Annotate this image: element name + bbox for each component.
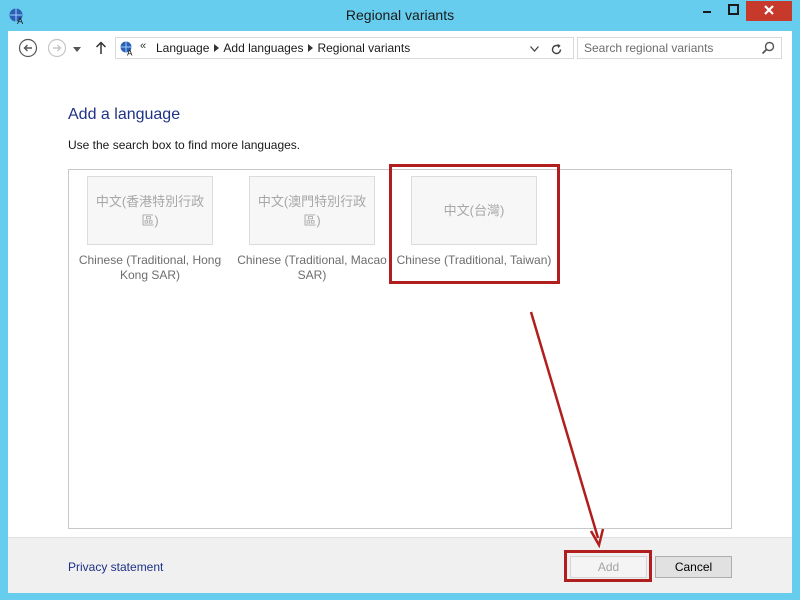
language-label: Chinese (Traditional, Macao SAR) <box>237 253 387 282</box>
close-button[interactable] <box>746 1 792 21</box>
language-crumb-icon: A <box>119 40 135 58</box>
client-area: A « Language Add languages Regional vari… <box>8 31 792 593</box>
window-title: Regional variants <box>345 7 455 23</box>
language-native-name-box: 中文(澳門特別行政區) <box>249 176 375 245</box>
window: A Regional variants A « Language Add lan… <box>0 0 800 600</box>
maximize-button[interactable] <box>720 1 746 21</box>
breadcrumb-language[interactable]: Language <box>156 41 209 55</box>
minimize-button[interactable] <box>694 1 720 21</box>
breadcrumb: Language Add languages Regional variants <box>156 41 410 55</box>
up-button[interactable] <box>92 38 110 60</box>
forward-button[interactable] <box>46 38 68 60</box>
recent-locations-button[interactable] <box>70 38 84 60</box>
maximize-icon <box>727 4 739 18</box>
annotation-highlight-add <box>564 550 652 582</box>
privacy-statement-link[interactable]: Privacy statement <box>68 560 163 574</box>
language-tile-hong-kong[interactable]: 中文(香港特別行政區) Chinese (Traditional, Hong K… <box>70 176 230 283</box>
chevron-down-icon <box>73 42 81 56</box>
refresh-icon[interactable] <box>548 41 564 57</box>
page-title: Add a language <box>68 106 181 123</box>
title-bar[interactable]: A Regional variants <box>0 0 800 32</box>
search-box <box>577 37 782 59</box>
language-native-name: 中文(香港特別行政區) <box>95 193 205 228</box>
address-bar[interactable]: A « Language Add languages Regional vari… <box>115 37 574 59</box>
close-icon <box>763 4 775 19</box>
minimize-icon <box>702 4 712 18</box>
breadcrumb-overflow[interactable]: « <box>140 40 146 52</box>
breadcrumb-separator-icon[interactable] <box>209 44 223 52</box>
search-input[interactable] <box>578 38 764 58</box>
annotation-highlight-taiwan <box>389 164 560 284</box>
footer-bar: Privacy statement Add Cancel <box>8 537 792 593</box>
breadcrumb-regional-variants[interactable]: Regional variants <box>317 41 410 55</box>
language-tile-macao[interactable]: 中文(澳門特別行政區) Chinese (Traditional, Macao … <box>232 176 392 283</box>
language-native-name: 中文(澳門特別行政區) <box>257 193 367 228</box>
language-native-name-box: 中文(香港特別行政區) <box>87 176 213 245</box>
breadcrumb-add-languages[interactable]: Add languages <box>223 41 303 55</box>
address-dropdown-icon[interactable] <box>527 43 541 55</box>
search-icon[interactable] <box>761 41 775 55</box>
language-label: Chinese (Traditional, Hong Kong SAR) <box>78 253 222 282</box>
up-arrow-icon <box>95 40 107 58</box>
navigation-bar: A « Language Add languages Regional vari… <box>8 31 792 67</box>
instructions-text: Use the search box to find more language… <box>68 138 301 152</box>
breadcrumb-separator-icon[interactable] <box>303 44 317 52</box>
back-arrow-icon <box>18 38 38 61</box>
svg-text:A: A <box>127 49 133 57</box>
back-button[interactable] <box>17 38 39 60</box>
cancel-button[interactable]: Cancel <box>655 556 732 578</box>
forward-arrow-icon <box>47 38 67 61</box>
